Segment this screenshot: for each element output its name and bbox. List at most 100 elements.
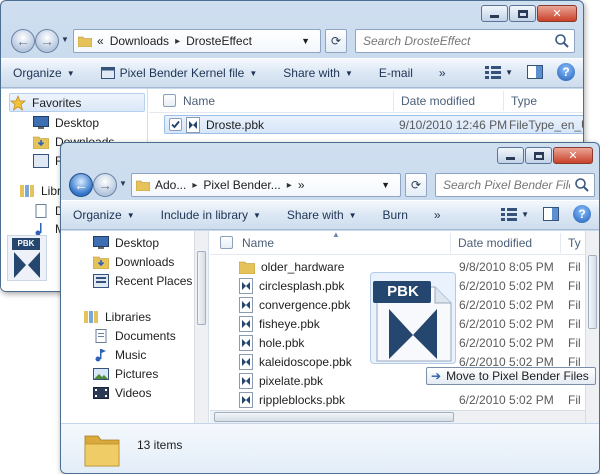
file-row-rippleblocks[interactable]: rippleblocks.pbk 6/2/2010 5:02 PM Fil: [239, 390, 581, 409]
close-button[interactable]: ✕: [553, 147, 593, 164]
nav-pictures[interactable]: Pictures: [93, 364, 158, 383]
organize-menu[interactable]: Organize ▼: [13, 66, 75, 80]
file-row-fisheye[interactable]: fisheye.pbk 6/2/2010 5:02 PM Fil: [239, 314, 581, 333]
file-row-circlesplash[interactable]: circlesplash.pbk 6/2/2010 5:02 PM Fil: [239, 276, 581, 295]
pbk-file-icon: [239, 391, 253, 408]
address-bar[interactable]: « Downloads ▸ DrosteEffect ▼: [73, 29, 321, 53]
open-with-menu[interactable]: Pixel Bender Kernel file ▼: [100, 66, 257, 80]
horizontal-scrollbar[interactable]: [210, 410, 585, 423]
breadcrumb-prefix[interactable]: «: [97, 34, 104, 48]
back-button[interactable]: ←: [11, 29, 35, 53]
nav-favorites[interactable]: Favorites: [9, 93, 145, 112]
breadcrumb-more[interactable]: »: [298, 178, 305, 192]
search-input[interactable]: [436, 174, 594, 196]
change-view-icon[interactable]: [485, 65, 502, 79]
column-date-modified[interactable]: Date modified: [458, 236, 532, 250]
nav-recent-places[interactable]: Recent Places: [93, 271, 192, 290]
close-button[interactable]: ✕: [537, 5, 577, 22]
nav-videos[interactable]: Videos: [93, 383, 151, 402]
downloads-folder-icon: [33, 136, 49, 149]
recent-places-icon: [93, 273, 109, 288]
refresh-button[interactable]: ⟳: [325, 29, 347, 53]
view-dropdown-icon[interactable]: ▼: [521, 210, 529, 219]
file-row-older-hardware[interactable]: older_hardware 9/8/2010 8:05 PM Fil: [239, 257, 581, 276]
navigation-row: ← → ▼ Ado... ▸ Pixel Bender... ▸ » ▼ ⟳: [61, 170, 599, 200]
file-name: older_hardware: [261, 259, 345, 274]
include-in-library-menu[interactable]: Include in library ▼: [161, 208, 261, 222]
breadcrumb-adobe[interactable]: Ado...: [155, 178, 186, 192]
back-button[interactable]: ←: [69, 173, 93, 197]
breadcrumb-chevron-icon[interactable]: ▸: [287, 180, 292, 191]
horizontal-scrollbar-thumb[interactable]: [214, 412, 454, 422]
pbk-file-icon: [239, 296, 253, 313]
search-icon[interactable]: [574, 177, 590, 193]
file-row-pixelate[interactable]: pixelate.pbk 6/2/2010 5:02 PM Fil: [239, 371, 581, 390]
column-type[interactable]: Ty: [568, 236, 581, 250]
search-box[interactable]: [435, 173, 595, 197]
column-name[interactable]: Name: [183, 94, 215, 108]
breadcrumb-downloads[interactable]: Downloads: [110, 34, 169, 48]
share-with-menu[interactable]: Share with ▼: [287, 208, 357, 222]
help-icon[interactable]: ?: [573, 205, 591, 223]
change-view-icon[interactable]: [501, 207, 518, 221]
front-explorer-window[interactable]: ✕ ← → ▼ Ado... ▸ Pixel Bender... ▸ » ▼ ⟳…: [60, 142, 600, 474]
maximize-button[interactable]: [509, 5, 536, 22]
help-icon[interactable]: ?: [557, 63, 575, 81]
minimize-button[interactable]: [481, 5, 508, 22]
share-with-menu[interactable]: Share with ▼: [283, 66, 353, 80]
more-commands-button[interactable]: »: [439, 66, 446, 80]
search-box[interactable]: [355, 29, 575, 53]
nav-desktop[interactable]: Desktop: [93, 233, 159, 252]
email-button[interactable]: E-mail: [379, 66, 413, 80]
preview-pane-icon[interactable]: [527, 65, 543, 79]
breadcrumb-chevron-icon[interactable]: ▸: [175, 36, 180, 47]
checkmark-icon: [171, 120, 180, 129]
nav-downloads[interactable]: Downloads: [93, 252, 174, 271]
column-date-modified[interactable]: Date modified: [401, 94, 475, 108]
address-dropdown-icon[interactable]: ▼: [381, 180, 390, 190]
nav-pane-scrollbar[interactable]: [194, 231, 208, 423]
scrollbar-thumb[interactable]: [197, 251, 206, 325]
organize-menu[interactable]: Organize ▼: [73, 208, 135, 222]
select-all-checkbox[interactable]: [163, 94, 176, 107]
file-list-scrollbar[interactable]: [585, 231, 599, 423]
forward-button[interactable]: →: [93, 173, 117, 197]
file-type: Fil: [568, 335, 581, 350]
pbk-badge-label: PBK: [12, 238, 40, 250]
file-row-convergence[interactable]: convergence.pbk 6/2/2010 5:02 PM Fil: [239, 295, 581, 314]
file-row-droste[interactable]: Droste.pbk 9/10/2010 12:46 PM FileType_e…: [164, 115, 583, 134]
nav-libraries[interactable]: Libraries: [83, 307, 151, 326]
breadcrumb-pixel-bender[interactable]: Pixel Bender...: [203, 178, 280, 192]
libraries-icon: [84, 310, 98, 323]
history-dropdown-icon[interactable]: ▼: [119, 179, 129, 191]
breadcrumb-drosteeffect[interactable]: DrosteEffect: [186, 34, 252, 48]
select-all-checkbox[interactable]: [220, 236, 233, 249]
nav-documents[interactable]: Documents: [93, 326, 176, 345]
view-dropdown-icon[interactable]: ▼: [505, 68, 513, 77]
burn-button[interactable]: Burn: [383, 208, 408, 222]
documents-icon: [95, 328, 107, 343]
preview-pane-icon[interactable]: [543, 207, 559, 221]
column-header-row: ▲ Name Date modified Ty: [210, 230, 599, 255]
forward-button[interactable]: →: [35, 29, 59, 53]
minimize-button[interactable]: [497, 147, 524, 164]
history-dropdown-icon[interactable]: ▼: [61, 35, 71, 47]
nav-libraries[interactable]: Libr: [19, 181, 61, 200]
search-input[interactable]: [356, 30, 574, 52]
file-date: 6/2/2010 5:02 PM: [459, 392, 554, 407]
nav-music[interactable]: Music: [93, 345, 146, 364]
scrollbar-thumb[interactable]: [588, 255, 597, 329]
refresh-button[interactable]: ⟳: [405, 173, 427, 197]
file-row-kaleidoscope[interactable]: kaleidoscope.pbk 6/2/2010 5:02 PM Fil: [239, 352, 581, 371]
column-type[interactable]: Type: [511, 94, 537, 108]
file-checkbox-checked[interactable]: [169, 118, 182, 131]
file-row-hole[interactable]: hole.pbk 6/2/2010 5:02 PM Fil: [239, 333, 581, 352]
maximize-button[interactable]: [525, 147, 552, 164]
more-commands-button[interactable]: »: [434, 208, 441, 222]
address-dropdown-icon[interactable]: ▼: [301, 36, 310, 46]
nav-desktop[interactable]: Desktop: [33, 113, 99, 132]
breadcrumb-chevron-icon[interactable]: ▸: [192, 180, 197, 191]
column-name[interactable]: Name: [242, 236, 274, 250]
address-bar[interactable]: Ado... ▸ Pixel Bender... ▸ » ▼: [131, 173, 401, 197]
search-icon[interactable]: [554, 33, 570, 49]
